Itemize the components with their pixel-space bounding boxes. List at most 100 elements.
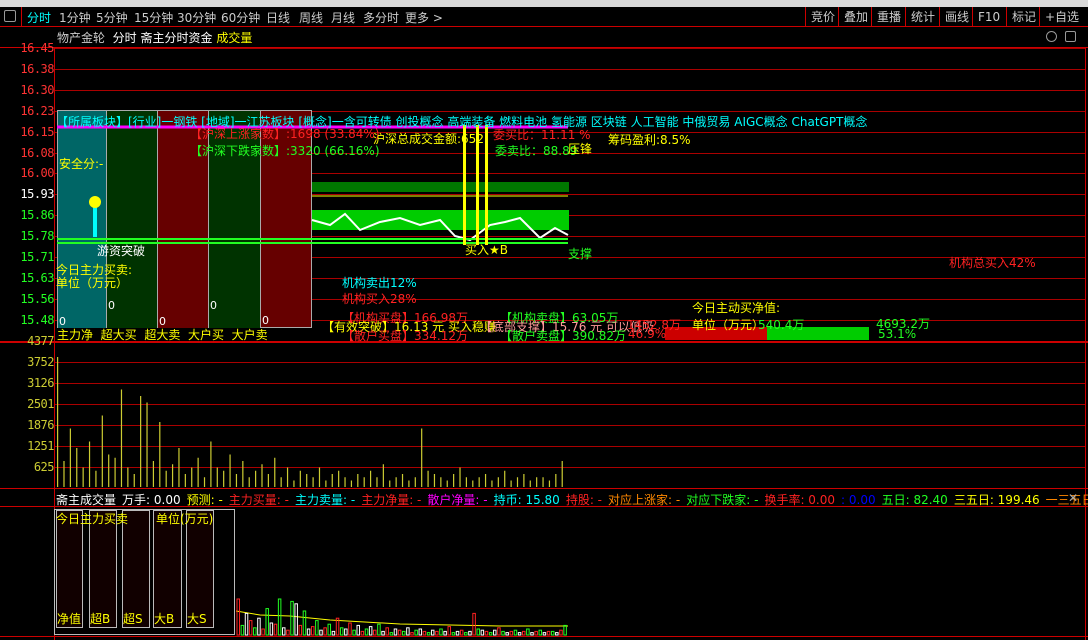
bottom-bar [443,630,447,636]
indicator-status-line: 斋主成交量 万手: 0.00 预测: - 主力买量: - 主力卖量: - 主力净量: - 散… [56,491,1088,508]
bottom-bar [488,632,493,636]
bottom-bar [385,627,389,636]
bottom-bar [319,629,323,636]
volume-bar [312,477,314,487]
signal-bar [485,125,488,245]
bottom-bar [356,624,360,636]
volume-bar [88,441,91,487]
volume-bar [235,474,238,487]
volume-bar [299,470,301,487]
volume-bar [146,402,148,487]
volume-bar [133,474,135,487]
bottom-bar [368,626,373,636]
volume-bar [338,470,340,487]
volume-bar [306,474,308,487]
volume-bar [555,474,557,487]
bottom-bar [269,622,274,636]
volume-bar [203,477,206,487]
volume-bar [280,477,282,487]
bottom-bar [484,630,489,636]
bottom-bar [310,626,315,636]
bottom-bar [513,629,518,636]
unit-label-2: 单位（万元） [692,318,765,332]
bottom-bar [265,608,269,636]
bottom-bar [526,628,530,636]
bottom-bar [389,632,394,636]
bottom-bar [555,632,559,636]
buy-percent: 53.1% [878,327,917,341]
volume-bar [401,474,404,487]
bottom-bar [468,630,472,636]
status-item: 预测: - [186,493,223,507]
bottom-bar [277,598,282,636]
ask-ratio: 委卖比：88.89 [495,144,578,158]
volume-bar [82,467,84,487]
volume-bar [108,454,110,487]
bottom-bar [273,623,278,636]
volume-bar [421,428,423,487]
bottom-bar [236,598,240,636]
bottom-bar [509,630,514,636]
bottom-bar [410,632,414,636]
status-item: 五日: 82.40 [881,493,948,507]
smiley-icon [89,196,101,208]
volume-bar [255,470,257,487]
turnover: 沪深总成交金额:652 [373,132,484,146]
bottom-bar [559,629,563,636]
volume-bar [529,480,531,487]
bottom-bar [323,627,327,636]
bottom-bar [240,624,245,636]
bottom-bar [315,620,319,636]
bottom-bar [248,620,253,636]
volume-bar [357,474,359,487]
volume-bar [120,389,123,487]
volume-bar [127,467,129,487]
bottom-bar [327,623,332,636]
bottom-bar [534,630,538,636]
volume-bar [159,422,161,487]
bottom-bar [521,630,526,636]
bottom-bar [406,627,410,636]
bottom-bar [542,632,547,636]
volume-bar [497,477,499,487]
status-item: 主力卖量: - [295,493,356,507]
volume-bars [57,357,563,487]
volume-bar [446,480,448,487]
bottom-bar [393,628,398,636]
unit-label: 单位（万元） [56,276,129,290]
volume-bar [453,474,455,487]
bottom-bar [360,630,365,636]
volume-bar [369,470,372,487]
bottom-bar [339,627,344,636]
bottom-bar [298,624,303,636]
volume-bar [510,480,512,487]
volume-bar [261,464,263,487]
support-label: 支撑 [568,247,593,261]
bottom-bar [418,628,423,636]
bottom-bar [476,628,480,636]
volume-bar [331,474,333,487]
bottom-bar [364,628,369,636]
bottom-unit: 单位(万元) [156,512,214,526]
status-item: 三五日: 199.46 [953,493,1040,507]
bottom-bar [422,630,427,636]
retail-buy: 【散户买盘】334.12万 [342,329,468,343]
volume-bar [561,461,563,487]
bottom-bar [497,627,501,636]
volume-bar [414,477,416,487]
volume-bar [216,467,218,487]
bottom-bar [530,632,534,636]
bottom-bar [286,629,290,636]
close-icon[interactable]: ✕ [1068,491,1078,505]
bottom-bar [426,632,431,636]
bottom-bar [381,630,385,636]
breakout-label: 游资突破 [97,244,146,258]
volume-bar [286,467,289,487]
volume-bar [69,428,71,487]
volume-bar [114,457,116,487]
volume-bar [318,467,321,487]
status-item: 斋主成交量 [56,493,117,507]
bottom-bar [331,630,336,636]
volume-bar [350,480,353,487]
status-item: 持币: 15.80 [493,493,560,507]
